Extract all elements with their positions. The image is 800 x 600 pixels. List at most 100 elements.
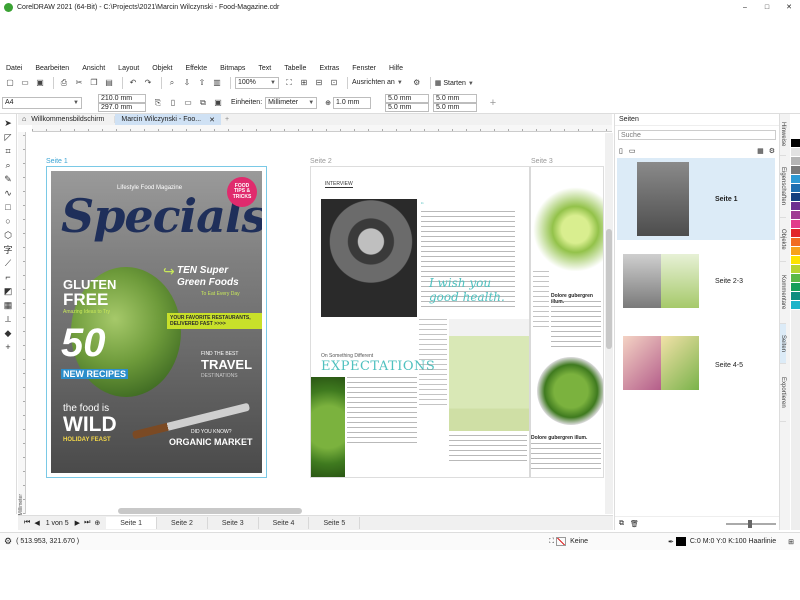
nudge-distance-field[interactable]: 1.0 mm (333, 96, 372, 109)
horizontal-ruler[interactable] (32, 125, 612, 132)
delete-page-docker-icon[interactable]: ▭ (629, 147, 636, 155)
artistic-media-icon[interactable]: ∿ (0, 186, 16, 200)
connector-tool-icon[interactable]: ⌐ (0, 270, 16, 284)
page-width-field[interactable]: 210.0 mm (98, 93, 146, 103)
palette-swatch[interactable] (791, 247, 800, 256)
all-pages-icon[interactable]: ⧉ (197, 97, 209, 109)
palette-swatch[interactable] (791, 292, 800, 301)
thumb-size-slider[interactable] (726, 519, 776, 528)
cover-page[interactable]: Lifestyle Food Magazine Specials FOOD TI… (46, 166, 267, 478)
palette-swatch[interactable] (791, 139, 800, 148)
view-grid-icon[interactable]: ▦ (757, 147, 764, 155)
current-page-icon[interactable]: ▣ (212, 97, 224, 109)
undo-icon[interactable]: ↶ (127, 77, 139, 89)
tab-welcome[interactable]: Willkommensbildschirm (29, 116, 116, 123)
palette-swatch[interactable] (791, 184, 800, 193)
text-tool-icon[interactable]: 字 (0, 242, 16, 256)
cut-icon[interactable]: ✂ (73, 77, 85, 89)
page-tab-2[interactable]: Seite 2 (157, 517, 208, 529)
canvas-vertical-scrollbar[interactable] (605, 133, 613, 514)
trash-icon[interactable]: 🗑 (630, 520, 639, 528)
menu-hilfe[interactable]: Hilfe (389, 65, 403, 72)
menu-bearbeiten[interactable]: Bearbeiten (35, 65, 69, 72)
new-tab-plus-icon[interactable]: + (225, 116, 229, 123)
page-height-field[interactable]: 297.0 mm (98, 102, 146, 112)
transparency-tool-icon[interactable]: ▦ (0, 298, 16, 312)
docker-tab-properties[interactable]: Eigenschaften (780, 156, 786, 218)
palette-swatch[interactable] (791, 148, 800, 157)
pick-tool-icon[interactable]: ➤ (0, 116, 16, 130)
palette-swatch[interactable] (791, 220, 800, 229)
eyedropper-icon[interactable]: ⟂ (0, 312, 16, 326)
page-tab-1[interactable]: Seite 1 (106, 517, 158, 529)
palette-swatch[interactable] (791, 202, 800, 211)
new-page-footer-icon[interactable]: ⧉ (619, 520, 624, 528)
start-launcher[interactable]: ▦ Starten ▼ (435, 79, 474, 87)
shape-tool-icon[interactable]: ◸ (0, 130, 16, 144)
portrait-icon[interactable]: ▯ (167, 97, 179, 109)
close-button[interactable]: ✕ (778, 3, 800, 11)
palette-swatch[interactable] (791, 274, 800, 283)
palette-swatch[interactable] (791, 265, 800, 274)
export-icon[interactable]: ⇧ (196, 77, 208, 89)
prev-page-icon[interactable]: ◀ (34, 519, 39, 527)
palette-swatch[interactable] (791, 211, 800, 220)
tab-close-icon[interactable]: ✕ (209, 116, 215, 124)
menu-effekte[interactable]: Effekte (185, 65, 207, 72)
page-size-select[interactable]: A4 ▼ (2, 96, 82, 109)
palette-swatch[interactable] (791, 175, 800, 184)
palette-swatch[interactable] (791, 256, 800, 265)
duplicate-x-field[interactable]: 5.0 mm (385, 93, 430, 103)
polygon-tool-icon[interactable]: ⬡ (0, 228, 16, 242)
options-gear-icon[interactable]: ⚙ (411, 77, 423, 89)
palette-swatch[interactable] (791, 283, 800, 292)
docker-settings-gear-icon[interactable]: ⚙ (769, 147, 775, 155)
maximize-button[interactable]: □ (756, 4, 778, 11)
new-icon[interactable]: ▢ (4, 77, 16, 89)
interactive-fill-icon[interactable]: ◆ (0, 326, 16, 340)
page-thumb-row-3[interactable]: Seite 4-5 (617, 328, 775, 392)
docker-tab-hints[interactable]: Hinweise (780, 114, 786, 156)
canvas-vertical-scroll-thumb[interactable] (606, 229, 612, 349)
add-page-icon[interactable]: ⊕ (94, 519, 100, 527)
page-thumb-row-2[interactable]: Seite 2-3 (617, 246, 775, 310)
menu-fenster[interactable]: Fenster (352, 65, 376, 72)
docker-tab-pages[interactable]: Seiten (780, 324, 786, 364)
copy-icon[interactable]: ❐ (88, 77, 100, 89)
open-icon[interactable]: ▭ (19, 77, 31, 89)
units-select[interactable]: Millimeter ▼ (265, 96, 318, 109)
docker-tab-comments[interactable]: Kommentare (780, 262, 786, 324)
publish-pdf-icon[interactable]: ▥ (211, 77, 223, 89)
palette-swatch[interactable] (791, 157, 800, 166)
palette-swatch[interactable] (791, 238, 800, 247)
menu-ansicht[interactable]: Ansicht (82, 65, 105, 72)
add-frame-plus-icon[interactable]: + (487, 97, 499, 109)
zoom-level-select[interactable]: 100% ▼ (235, 76, 279, 89)
vertical-ruler[interactable] (18, 132, 26, 514)
page-tab-3[interactable]: Seite 3 (208, 517, 259, 529)
home-icon[interactable]: ⌂ (22, 116, 26, 123)
snap-to-dropdown[interactable]: Ausrichten an ▼ (352, 79, 403, 86)
spread-page-2-3[interactable]: INTERVIEW “ I wish you good health. On S… (310, 166, 604, 478)
page-thumb-row-1[interactable]: Seite 1 (617, 158, 775, 240)
menu-layout[interactable]: Layout (118, 65, 139, 72)
grid-icon[interactable]: ⊟ (313, 77, 325, 89)
minimize-button[interactable]: – (734, 4, 756, 11)
tab-document[interactable]: Marcin Wilczynski - Foo... ✕ (115, 114, 221, 125)
menu-extras[interactable]: Extras (319, 65, 339, 72)
cursor-position-gear-icon[interactable]: ⚙ (4, 536, 12, 547)
apply-all-pages-icon[interactable]: ⎘ (152, 97, 164, 109)
drop-shadow-icon[interactable]: ◩ (0, 284, 16, 298)
menu-datei[interactable]: Datei (6, 65, 22, 72)
docker-tab-objects[interactable]: Objekte (780, 218, 786, 262)
rulers-icon[interactable]: ⊞ (298, 77, 310, 89)
page-tab-4[interactable]: Seite 4 (259, 517, 310, 529)
menu-text[interactable]: Text (258, 65, 271, 72)
next-page-icon[interactable]: ▶ (75, 519, 80, 527)
guidelines-icon[interactable]: ⊡ (328, 77, 340, 89)
add-page-docker-icon[interactable]: ▯ (619, 147, 623, 155)
add-tool-plus-icon[interactable]: + (0, 340, 16, 354)
freehand-tool-icon[interactable]: ✎ (0, 172, 16, 186)
duplicate-y-field[interactable]: 5.0 mm (385, 102, 430, 112)
menu-objekt[interactable]: Objekt (152, 65, 172, 72)
